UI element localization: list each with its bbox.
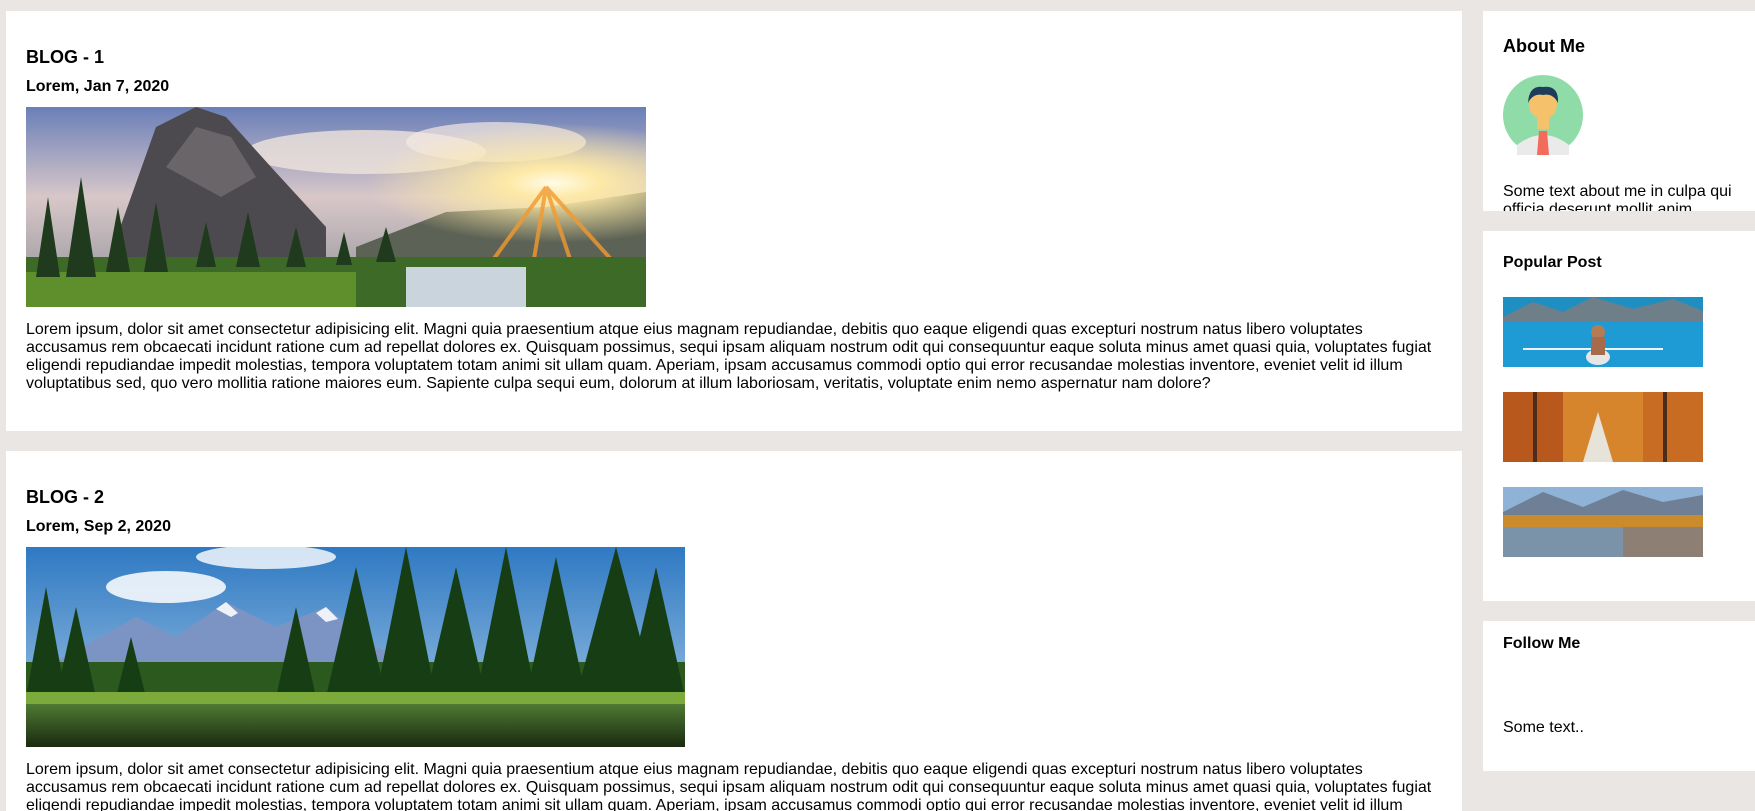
blog-list: BLOG - 1 Lorem, Jan 7, 2020 Lorem ipsum,… (6, 11, 1462, 811)
blog-title: BLOG - 2 (26, 487, 105, 507)
blog-title: BLOG - 1 (26, 47, 105, 67)
popular-post-card: Popular Post (1483, 231, 1755, 601)
blog-image (26, 547, 685, 747)
about-me-card: About Me Some text about me in culpa qui… (1483, 11, 1755, 211)
forest-lake-landscape-image (26, 547, 685, 747)
follow-heading: Follow Me (1503, 635, 1581, 652)
blog-date: Lorem, Jan 7, 2020 (26, 78, 170, 95)
follow-me-card: Follow Me Some text.. (1483, 621, 1755, 771)
kayak-lake-thumbnail[interactable] (1503, 297, 1703, 367)
follow-text: Some text.. (1503, 719, 1584, 736)
blog-excerpt: Lorem ipsum, dolor sit amet consectetur … (26, 761, 1432, 811)
about-heading: About Me (1503, 36, 1585, 56)
mountain-lake-thumbnail[interactable] (1503, 487, 1703, 557)
blog-post-card: BLOG - 1 Lorem, Jan 7, 2020 Lorem ipsum,… (6, 11, 1462, 431)
autumn-forest-thumbnail[interactable] (1503, 392, 1703, 462)
blog-post-card: BLOG - 2 Lorem, Sep 2, 2020 Lorem ipsum,… (6, 451, 1462, 811)
sidebar: About Me Some text about me in culpa qui… (1483, 11, 1755, 771)
about-text: Some text about me in culpa qui officia … (1503, 183, 1732, 211)
mountain-sunset-landscape-image (26, 107, 646, 307)
blog-excerpt: Lorem ipsum, dolor sit amet consectetur … (26, 321, 1432, 392)
user-avatar-icon (1503, 75, 1583, 155)
blog-date: Lorem, Sep 2, 2020 (26, 518, 171, 535)
blog-image (26, 107, 646, 307)
popular-heading: Popular Post (1503, 254, 1602, 271)
